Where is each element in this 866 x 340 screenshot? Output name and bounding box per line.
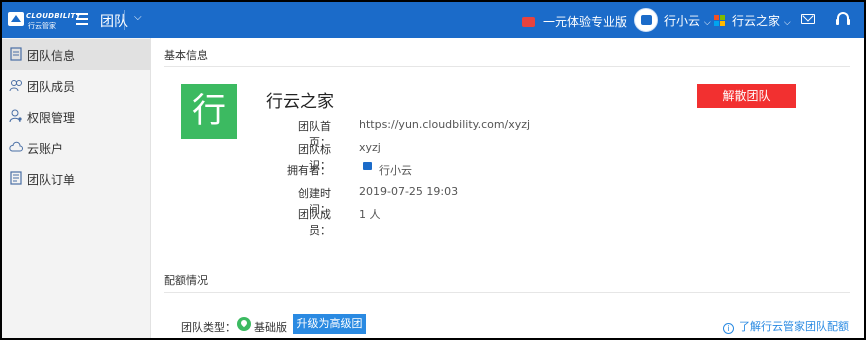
chevron-down-icon[interactable]: ⌵: [134, 12, 142, 23]
main-content: 基本信息 行 行云之家 解散团队 团队首页： https://yun.cloud…: [151, 38, 864, 338]
gift-icon: [522, 17, 535, 27]
people-icon: [9, 80, 22, 92]
sidebar-item-team-info[interactable]: 团队信息: [2, 39, 150, 70]
plan-link[interactable]: 一元体验专业版: [522, 13, 627, 30]
sidebar-item-label: 云账户: [27, 142, 64, 156]
brand-name-cn: 行云管家: [28, 22, 56, 30]
field-homepage: 团队首页： https://yun.cloudbility.com/xyzj: [279, 118, 579, 149]
disband-team-button[interactable]: 解散团队: [697, 84, 796, 108]
sidebar-item-team-orders[interactable]: 团队订单: [2, 163, 150, 194]
cloudbility-logo-icon: [8, 12, 24, 26]
headset-icon[interactable]: [836, 12, 850, 26]
mail-icon[interactable]: [801, 14, 815, 24]
field-value: 2019-07-25 19:03: [359, 185, 459, 198]
sidebar-item-permissions[interactable]: 权限管理: [2, 101, 150, 132]
upgrade-team-button[interactable]: 升级为高级团队: [293, 314, 366, 338]
field-owner: 拥有者： 行小云: [279, 162, 579, 178]
section-title-quota: 配额情况: [164, 274, 208, 287]
order-icon: [10, 171, 22, 185]
field-label: 团队成员：: [298, 208, 331, 237]
field-team-id: 团队标识： xyzj: [279, 141, 579, 172]
team-switcher[interactable]: 行云之家 ⌵: [714, 12, 791, 29]
top-bar: CLOUDBILITY 行云管家 团队 ⌵ 一元体验专业版 行小云 ⌵ 行云之家…: [2, 2, 864, 38]
user-key-icon: [9, 109, 22, 123]
sidebar-item-cloud-account[interactable]: 云账户: [2, 132, 150, 163]
team-type-value: 基础版: [254, 321, 287, 334]
team-logo-icon: [714, 15, 726, 27]
field-members: 团队成员： 1 人: [279, 206, 579, 237]
team-name: 行云之家: [732, 14, 781, 28]
field-value: 1 人: [359, 208, 381, 221]
field-label: 拥有者：: [287, 164, 331, 177]
brand-name: CLOUDBILITY: [26, 12, 81, 20]
team-name-heading: 行云之家: [266, 92, 334, 112]
homepage-link[interactable]: https://yun.cloudbility.com/xyzj: [359, 118, 530, 131]
hamburger-icon[interactable]: [76, 13, 88, 25]
logo[interactable]: CLOUDBILITY 行云管家: [8, 10, 81, 30]
sidebar-item-label: 权限管理: [27, 111, 76, 125]
sidebar-item-label: 团队成员: [27, 80, 76, 94]
team-avatar: 行: [181, 84, 237, 139]
plan-label: 一元体验专业版: [543, 15, 628, 29]
sidebar: 团队信息 团队成员 权限管理 云账户 团队订单: [2, 38, 151, 338]
sidebar-item-label: 团队订单: [27, 173, 76, 187]
divider: [124, 10, 125, 30]
user-name: 行小云 ⌵: [664, 14, 711, 28]
section-title-basic-info: 基本信息: [164, 49, 208, 62]
app-window: CLOUDBILITY 行云管家 团队 ⌵ 一元体验专业版 行小云 ⌵ 行云之家…: [2, 2, 864, 338]
team-type-label: 团队类型：: [181, 321, 236, 334]
learn-quota-link[interactable]: i 了解行云管家团队配额: [723, 318, 849, 334]
info-icon: i: [723, 323, 734, 334]
chevron-down-icon: ⌵: [783, 18, 791, 28]
sidebar-item-team-members[interactable]: 团队成员: [2, 70, 150, 101]
document-icon: [10, 47, 22, 61]
field-created: 创建时间： 2019-07-25 19:03: [279, 185, 579, 216]
divider: [164, 292, 850, 293]
divider: [164, 66, 850, 67]
avatar: [634, 8, 658, 32]
field-value: 行小云: [379, 164, 412, 177]
field-value: xyzj: [359, 141, 381, 154]
chevron-down-icon: ⌵: [703, 18, 711, 28]
cloud-icon: [9, 141, 23, 152]
shield-badge-icon: [237, 317, 251, 331]
sidebar-item-label: 团队信息: [27, 49, 76, 63]
